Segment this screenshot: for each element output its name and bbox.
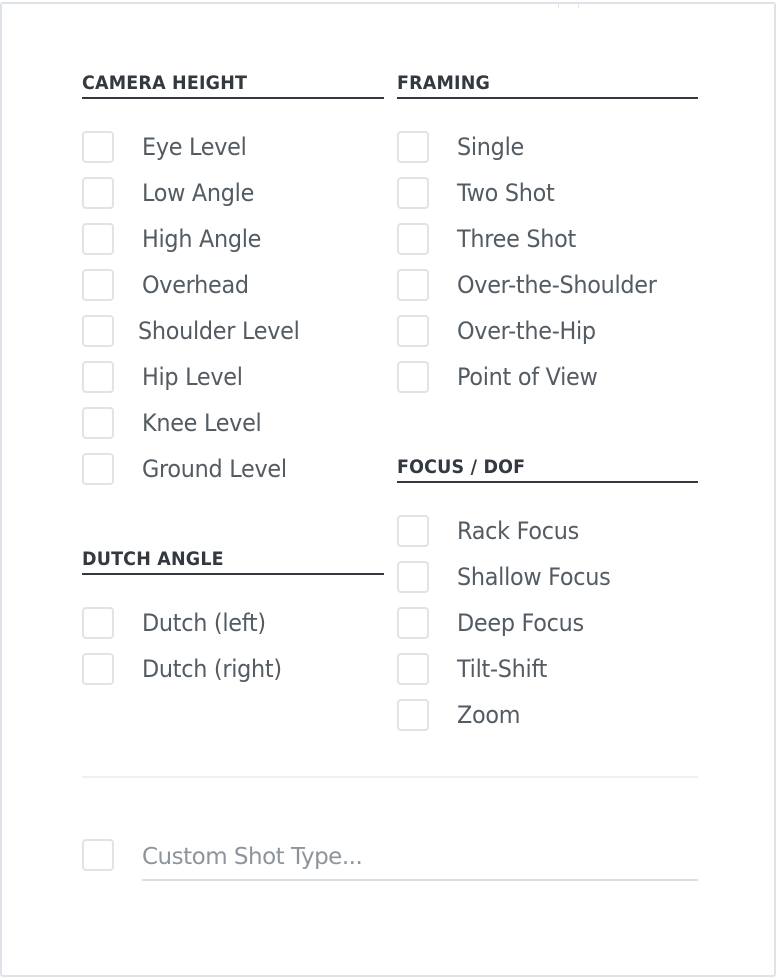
checkbox[interactable]: [82, 315, 114, 347]
top-edge-mark: [558, 4, 559, 8]
option-label: Eye Level: [142, 133, 247, 161]
option-label: Rack Focus: [457, 517, 579, 545]
option-high-angle[interactable]: High Angle: [82, 221, 270, 257]
option-overhead[interactable]: Overhead: [82, 267, 257, 303]
checkbox[interactable]: [397, 653, 429, 685]
custom-shot-type-input[interactable]: [142, 835, 698, 881]
option-label: Shoulder Level: [138, 317, 300, 345]
option-hip-level[interactable]: Hip Level: [82, 359, 250, 395]
option-label: Hip Level: [142, 363, 243, 391]
checkbox[interactable]: [397, 223, 429, 255]
option-label: Overhead: [142, 271, 249, 299]
custom-shot-type-checkbox[interactable]: [82, 839, 114, 871]
checkbox[interactable]: [397, 315, 429, 347]
option-shoulder-level[interactable]: Shoulder Level: [82, 313, 312, 349]
option-shallow-focus[interactable]: Shallow Focus: [397, 559, 622, 595]
section-focus-dof: FOCUS / DOF Rack Focus Shallow Focus Deep …: [397, 453, 698, 731]
section-title: FRAMING: [397, 69, 698, 99]
section-title: FOCUS / DOF: [397, 453, 698, 483]
option-dutch-right[interactable]: Dutch (right): [82, 651, 292, 687]
option-label: Shallow Focus: [457, 563, 611, 591]
option-knee-level[interactable]: Knee Level: [82, 405, 270, 441]
option-rack-focus[interactable]: Rack Focus: [397, 513, 588, 549]
option-tilt-shift[interactable]: Tilt-Shift: [397, 651, 554, 687]
checkbox[interactable]: [397, 131, 429, 163]
option-deep-focus[interactable]: Deep Focus: [397, 605, 593, 641]
checkbox[interactable]: [397, 561, 429, 593]
option-label: Two Shot: [457, 179, 555, 207]
checkbox[interactable]: [82, 653, 114, 685]
option-label: High Angle: [142, 225, 262, 253]
checkbox[interactable]: [397, 515, 429, 547]
option-low-angle[interactable]: Low Angle: [82, 175, 263, 211]
section-dutch-angle: DUTCH ANGLE Dutch (left) Dutch (right): [82, 545, 384, 685]
section-framing: FRAMING Single Two Shot Three Shot Over-the…: [397, 69, 698, 393]
section-title: CAMERA HEIGHT: [82, 69, 384, 99]
option-label: Dutch (right): [142, 655, 282, 683]
option-dutch-left[interactable]: Dutch (left): [82, 605, 275, 641]
option-label: Dutch (left): [142, 609, 266, 637]
option-label: Knee Level: [142, 409, 262, 437]
divider: [82, 776, 698, 778]
checkbox[interactable]: [397, 607, 429, 639]
checkbox[interactable]: [82, 269, 114, 301]
option-label: Over-the-Shoulder: [457, 271, 657, 299]
option-label: Zoom: [457, 701, 521, 729]
option-label: Ground Level: [142, 455, 287, 483]
checkbox[interactable]: [82, 131, 114, 163]
checkbox[interactable]: [397, 361, 429, 393]
top-edge-mark: [578, 4, 579, 8]
checkbox[interactable]: [397, 269, 429, 301]
checkbox[interactable]: [82, 177, 114, 209]
option-label: Three Shot: [457, 225, 576, 253]
option-label: Low Angle: [142, 179, 255, 207]
option-over-the-hip[interactable]: Over-the-Hip: [397, 313, 606, 349]
option-label: Single: [457, 133, 524, 161]
option-over-the-shoulder[interactable]: Over-the-Shoulder: [397, 267, 672, 303]
custom-shot-type-row: [82, 835, 698, 889]
option-two-shot[interactable]: Two Shot: [397, 175, 562, 211]
section-title: DUTCH ANGLE: [82, 545, 384, 575]
option-three-shot[interactable]: Three Shot: [397, 221, 585, 257]
option-zoom[interactable]: Zoom: [397, 697, 525, 733]
option-eye-level[interactable]: Eye Level: [82, 129, 254, 165]
checkbox[interactable]: [82, 607, 114, 639]
option-single[interactable]: Single: [397, 129, 529, 165]
option-label: Over-the-Hip: [457, 317, 596, 345]
section-camera-height: CAMERA HEIGHT Eye Level Low Angle High Ang…: [82, 69, 384, 485]
checkbox[interactable]: [82, 453, 114, 485]
option-point-of-view[interactable]: Point of View: [397, 359, 608, 395]
checkbox[interactable]: [82, 361, 114, 393]
option-label: Point of View: [457, 363, 598, 391]
option-ground-level[interactable]: Ground Level: [82, 451, 298, 487]
checkbox[interactable]: [397, 177, 429, 209]
option-label: Tilt-Shift: [457, 655, 548, 683]
checkbox[interactable]: [397, 699, 429, 731]
checkbox[interactable]: [82, 223, 114, 255]
option-label: Deep Focus: [457, 609, 584, 637]
checkbox[interactable]: [82, 407, 114, 439]
